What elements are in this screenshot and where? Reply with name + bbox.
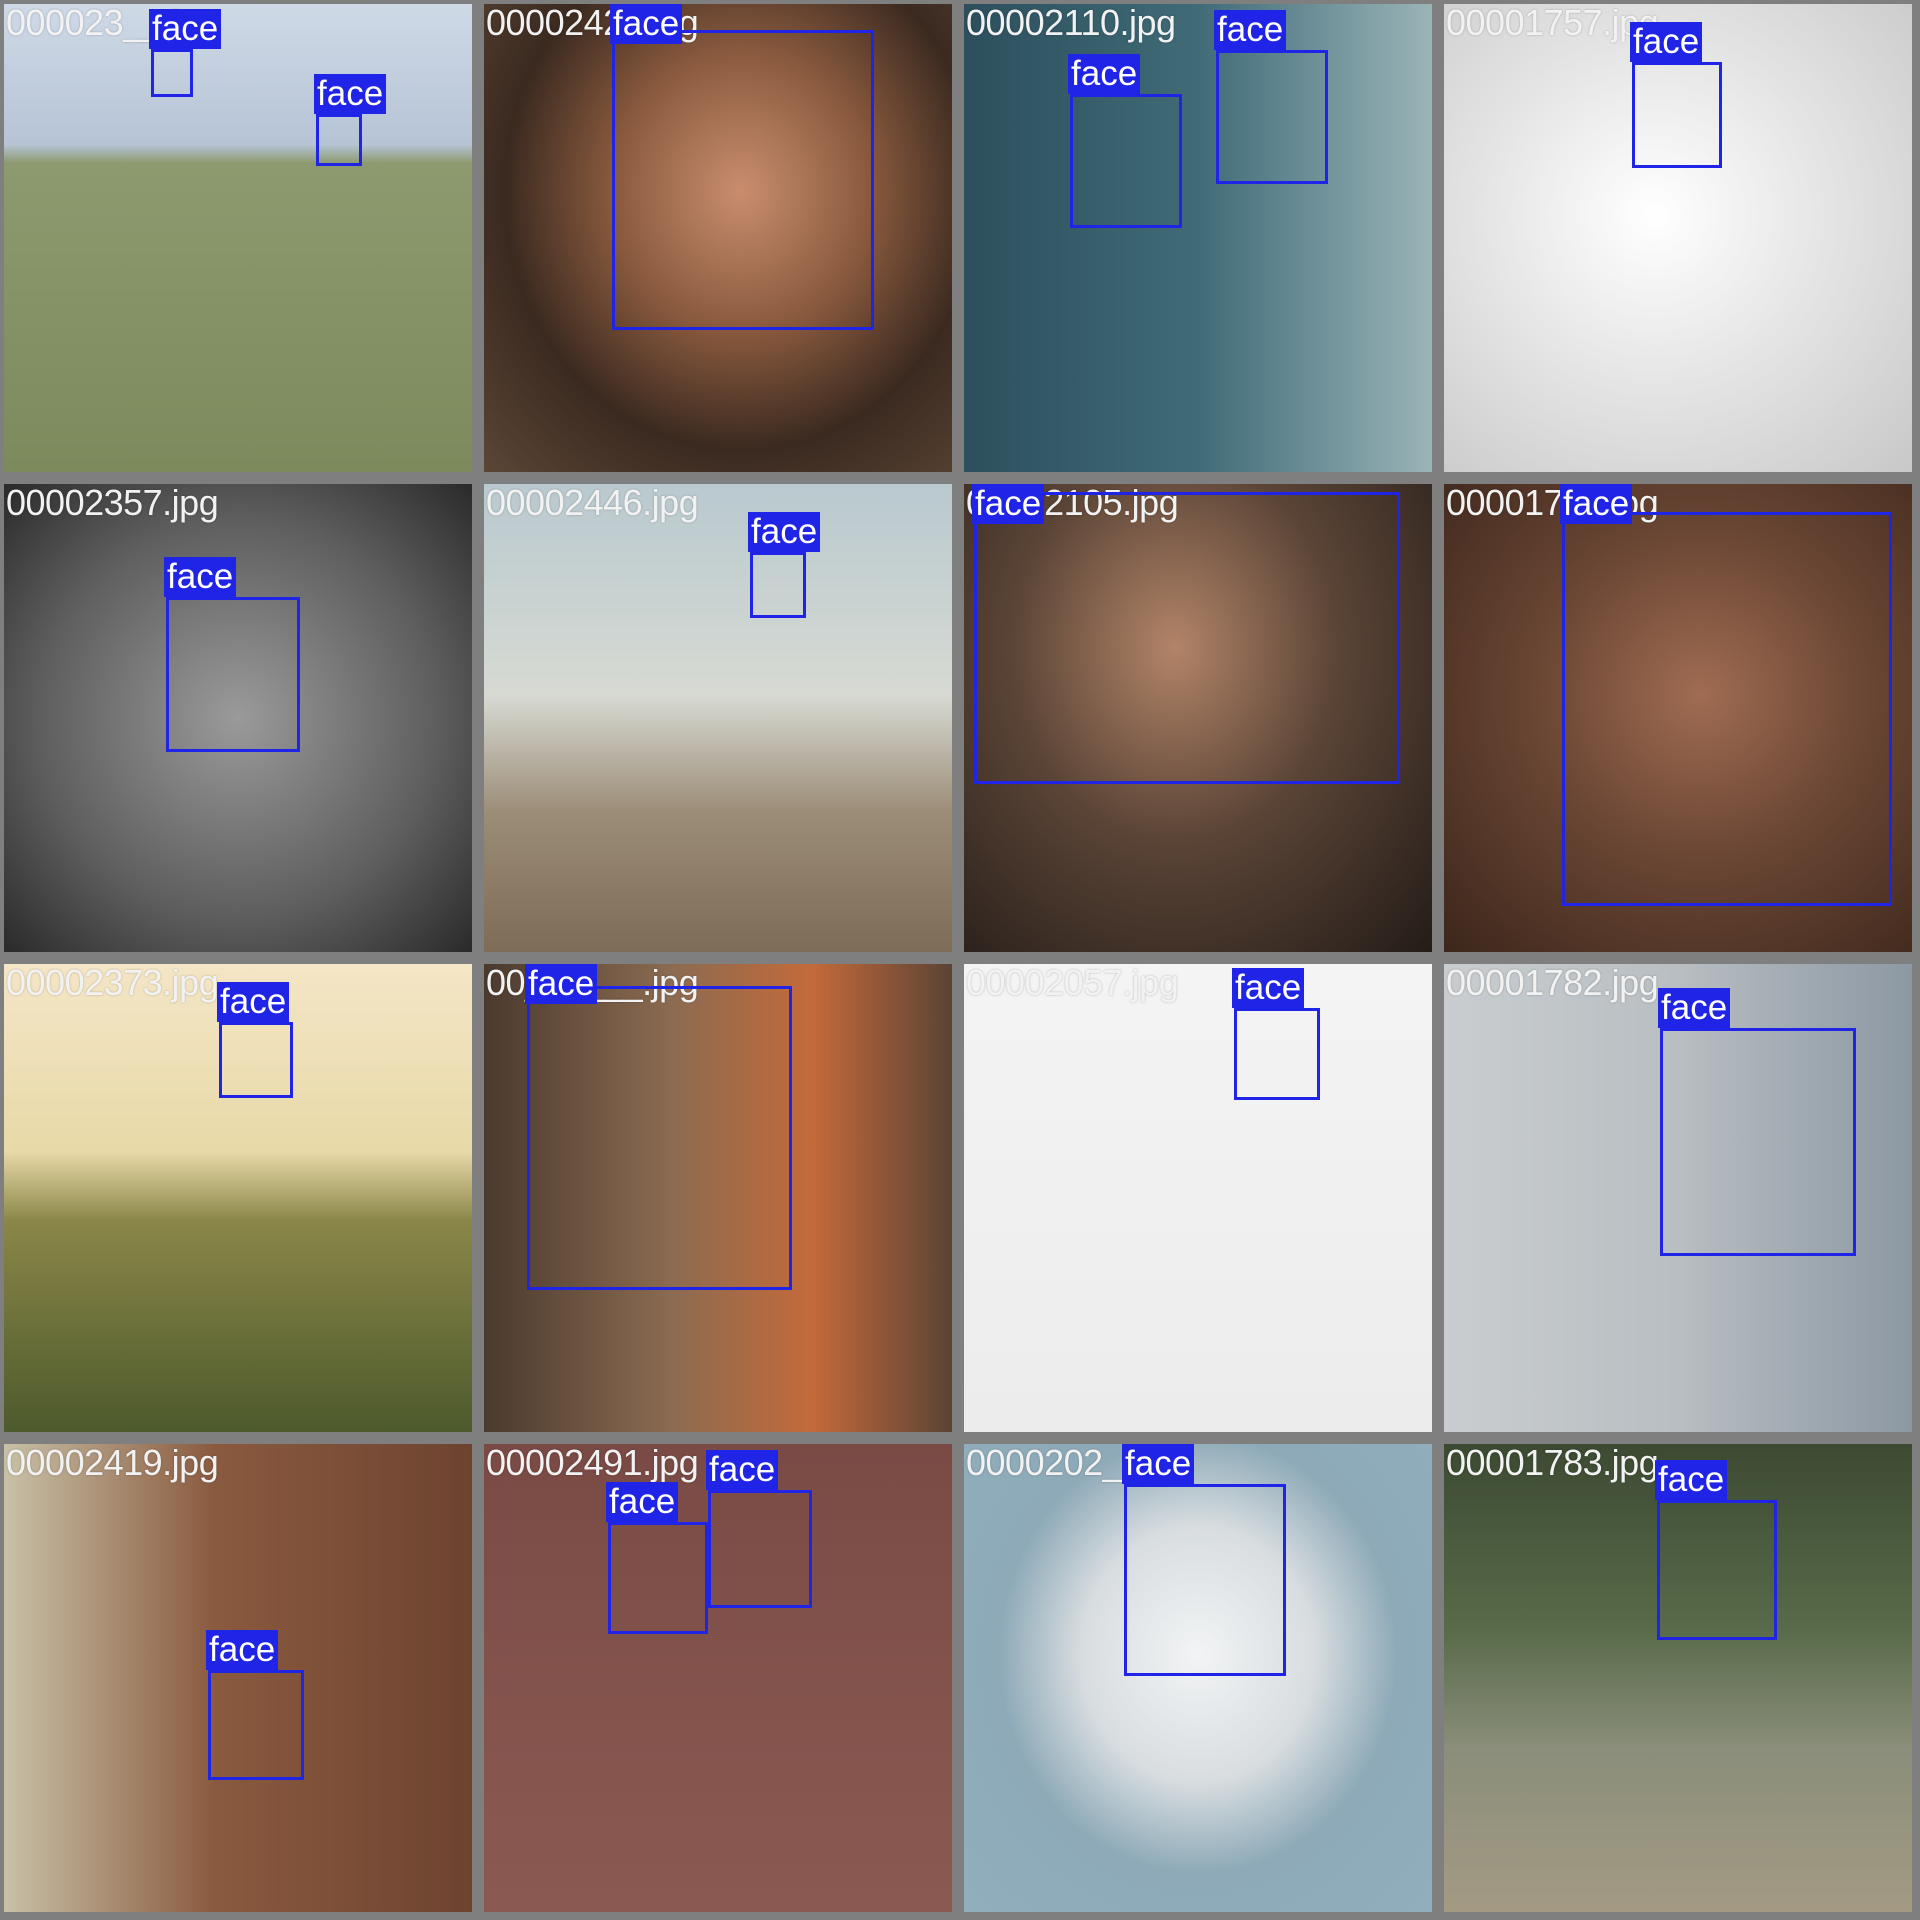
image-tile: 000023__.jpg face face: [4, 4, 472, 472]
image-filename: 00002057.jpg: [966, 964, 1179, 1003]
photo: [4, 4, 472, 472]
image-tile: 00002420.jpg face: [484, 4, 952, 472]
image-tile: 00______.jpgface: [484, 964, 952, 1432]
face-bounding-box: [151, 49, 193, 97]
face-label: face: [217, 982, 290, 1022]
photo: [484, 484, 952, 952]
face-bounding-box: [1632, 62, 1722, 168]
face-label: face: [164, 557, 237, 597]
image-tile: 00002110.jpg face face: [964, 4, 1432, 472]
face-bounding-box: [1234, 1008, 1320, 1100]
image-tile: 00002357.jpg face: [4, 484, 472, 952]
image-tile: 00001757.jpg face: [1444, 4, 1912, 472]
face-bounding-box: [708, 1490, 812, 1608]
image-tile: 00001783.jpg face: [1444, 1444, 1912, 1912]
face-label: face: [1232, 968, 1305, 1008]
face-label: face: [206, 1630, 279, 1670]
image-filename: 00001782.jpg: [1446, 964, 1659, 1003]
face-label: face: [1560, 484, 1633, 524]
face-label: face: [610, 4, 683, 44]
face-bounding-box: [208, 1670, 304, 1780]
image-tile: 00002105.jpg face: [964, 484, 1432, 952]
image-tile: 00002057.jpg face: [964, 964, 1432, 1432]
face-label: face: [1122, 1444, 1195, 1484]
face-label: face: [1068, 54, 1141, 94]
face-bounding-box: [1657, 1500, 1777, 1640]
face-bounding-box: [219, 1022, 293, 1098]
face-bounding-box: [608, 1522, 708, 1634]
image-tile: 00002446.jpg face: [484, 484, 952, 952]
face-label: face: [1655, 1460, 1728, 1500]
face-bounding-box: [974, 492, 1400, 784]
image-tile: 00001782.jpg face: [1444, 964, 1912, 1432]
face-label: face: [606, 1482, 679, 1522]
face-label: face: [972, 484, 1045, 524]
face-bounding-box: [1070, 94, 1182, 228]
image-tile: 00002419.jpg face: [4, 1444, 472, 1912]
image-filename: 00002491.jpg: [486, 1444, 699, 1483]
photo: [964, 4, 1432, 472]
face-bounding-box: [612, 30, 874, 330]
detection-mosaic: 000023__.jpg face face 00002420.jpg face 0000…: [0, 0, 1920, 1920]
image-filename: 00002419.jpg: [6, 1444, 219, 1483]
face-bounding-box: [527, 986, 792, 1290]
face-label: face: [314, 74, 387, 114]
image-tile: 00002491.jpg face face: [484, 1444, 952, 1912]
face-bounding-box: [1660, 1028, 1856, 1256]
image-tile: 0000202_.jpg face: [964, 1444, 1432, 1912]
image-filename: 00001757.jpg: [1446, 4, 1659, 43]
face-bounding-box: [1124, 1484, 1286, 1676]
face-bounding-box: [316, 114, 362, 166]
face-bounding-box: [750, 552, 806, 618]
face-label: face: [525, 964, 598, 1004]
image-filename: 00002110.jpg: [966, 4, 1176, 43]
image-filename: 00002357.jpg: [6, 484, 219, 523]
face-bounding-box: [166, 597, 300, 752]
image-filename: 00002373.jpg: [6, 964, 219, 1003]
image-filename: 00001783.jpg: [1446, 1444, 1659, 1483]
image-tile: 000017__.jpg face: [1444, 484, 1912, 952]
image-filename: 00002446.jpg: [486, 484, 699, 523]
face-label: face: [1214, 10, 1287, 50]
face-label: face: [706, 1450, 779, 1490]
face-bounding-box: [1216, 50, 1328, 184]
face-label: face: [748, 512, 821, 552]
face-label: face: [149, 9, 222, 49]
face-label: face: [1658, 988, 1731, 1028]
photo: [964, 964, 1432, 1432]
face-bounding-box: [1562, 512, 1892, 906]
face-label: face: [1630, 22, 1703, 62]
image-tile: 00002373.jpg face: [4, 964, 472, 1432]
